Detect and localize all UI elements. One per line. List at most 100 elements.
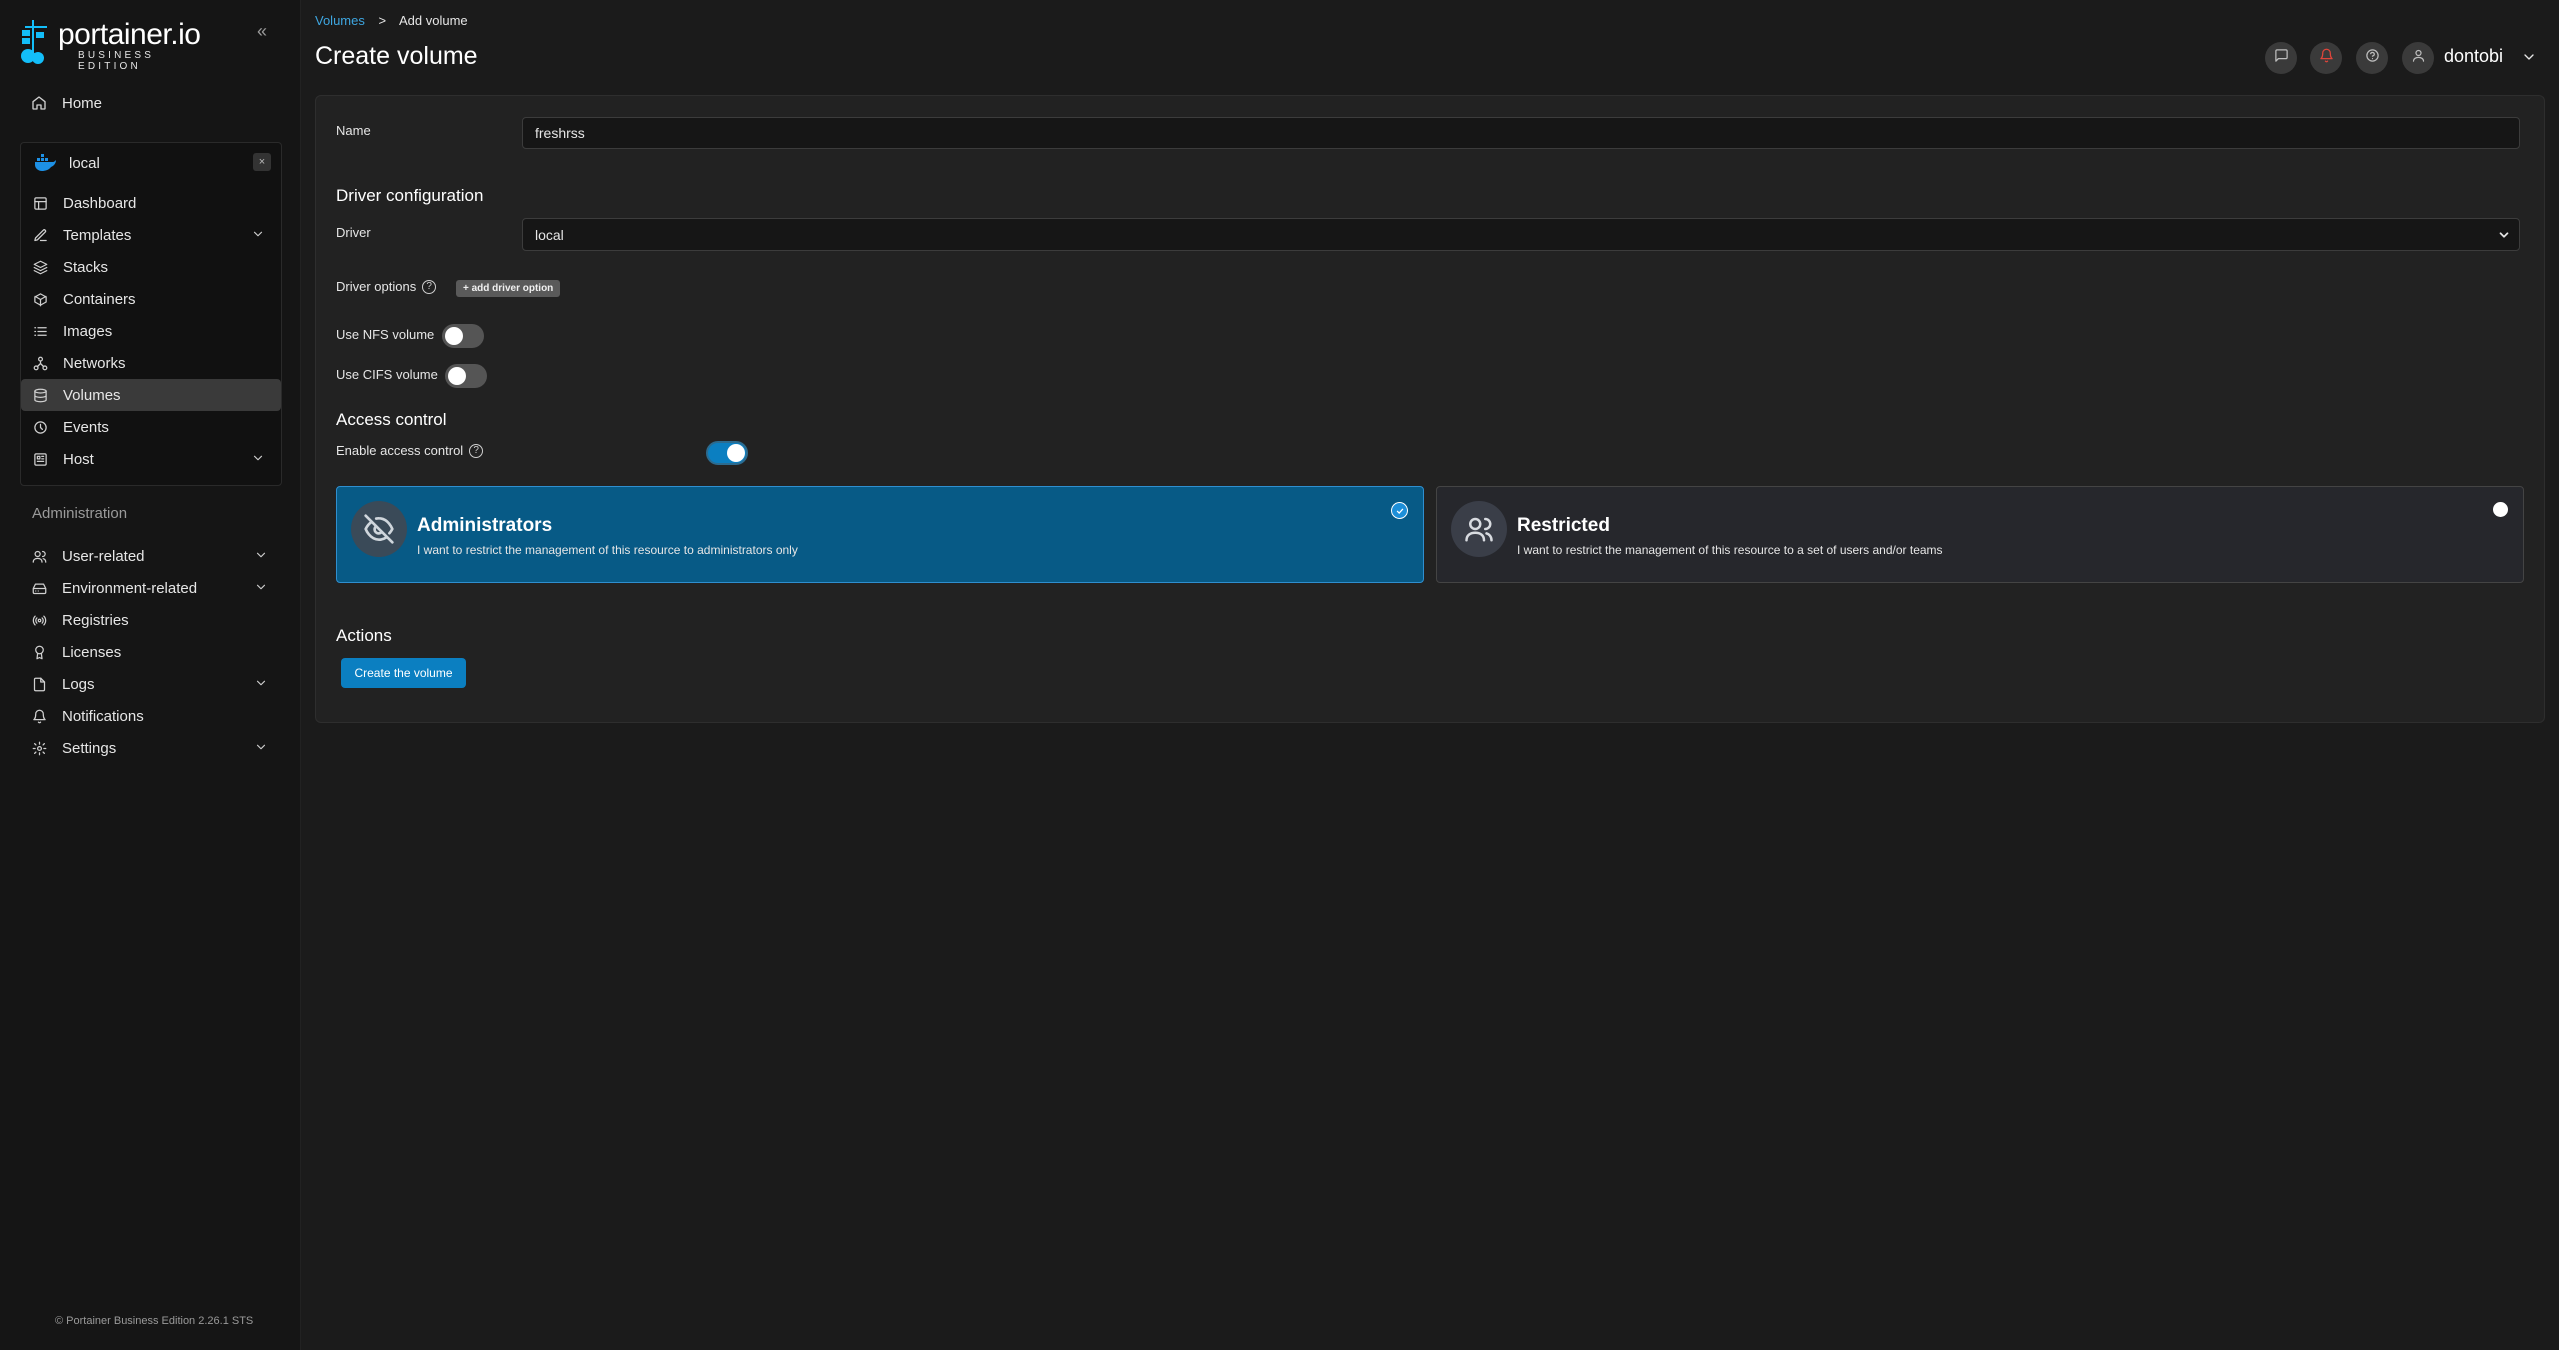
chevron-down-icon: [256, 680, 266, 686]
portainer-logo[interactable]: portainer.io BUSINESS EDITION: [18, 18, 218, 72]
help-button[interactable]: [2356, 42, 2388, 74]
sidebar-item-label: Containers: [63, 290, 136, 308]
list-icon: [31, 322, 49, 340]
sidebar-item-user-related[interactable]: User-related: [20, 540, 280, 572]
breadcrumb: Volumes > Add volume: [315, 13, 468, 28]
sidebar-item-events[interactable]: Events: [21, 411, 281, 443]
toggle-knob: [448, 367, 466, 385]
docker-icon: [33, 154, 57, 172]
sidebar-item-templates[interactable]: Templates: [21, 219, 281, 251]
toggle-knob: [445, 327, 463, 345]
collapse-sidebar-icon[interactable]: «: [252, 22, 272, 42]
option-title: Administrators: [417, 515, 553, 536]
sidebar-item-dashboard[interactable]: Dashboard: [21, 187, 281, 219]
breadcrumb-volumes-link[interactable]: Volumes: [315, 13, 365, 28]
driver-select[interactable]: local: [522, 218, 2520, 251]
sidebar-item-images[interactable]: Images: [21, 315, 281, 347]
add-driver-option-button[interactable]: + add driver option: [456, 280, 561, 297]
create-volume-button[interactable]: Create the volume: [341, 658, 466, 688]
sidebar-item-label: Notifications: [62, 707, 144, 725]
chevron-down-icon: [253, 231, 263, 237]
restricted-option[interactable]: Restricted I want to restrict the manage…: [1436, 486, 2524, 583]
sidebar-item-label: Host: [63, 450, 94, 468]
environment-header[interactable]: local ×: [21, 143, 281, 183]
help-icon[interactable]: ?: [422, 279, 437, 294]
sidebar-item-label: Dashboard: [63, 194, 137, 212]
layers-icon: [31, 258, 49, 276]
option-description: I want to restrict the management of thi…: [417, 543, 798, 557]
sidebar-item-settings[interactable]: Settings: [20, 732, 280, 764]
sidebar-item-notifications[interactable]: Notifications: [20, 700, 280, 732]
sidebar-item-label: Stacks: [63, 258, 109, 276]
network-icon: [31, 354, 49, 372]
environment-panel: local × Dashboard Templates Stacks Conta…: [20, 142, 282, 486]
user-icon: [2411, 48, 2426, 68]
sidebar-item-licenses[interactable]: Licenses: [20, 636, 280, 668]
environment-name: local: [69, 154, 100, 172]
sidebar-item-label: Licenses: [62, 643, 122, 661]
sidebar-item-environment-related[interactable]: Environment-related: [20, 572, 280, 604]
driver-select-value: local: [535, 226, 564, 243]
sidebar-item-label: Volumes: [63, 386, 121, 404]
bell-icon: [30, 707, 48, 725]
breadcrumb-separator: >: [378, 13, 387, 28]
chevron-down-icon[interactable]: [2521, 49, 2537, 65]
help-circle-icon: [2365, 48, 2380, 68]
box-icon: [31, 290, 49, 308]
name-label: Name: [336, 123, 371, 138]
brand-edition: BUSINESS EDITION: [78, 50, 155, 72]
cifs-toggle[interactable]: [445, 364, 487, 388]
check-icon: [1391, 502, 1408, 519]
users-icon: [30, 547, 48, 565]
administrators-option[interactable]: Administrators I want to restrict the ma…: [336, 486, 1424, 583]
sidebar-item-label: Networks: [63, 354, 126, 372]
bell-alert-icon: [2319, 48, 2334, 68]
driver-options-text: Driver options: [336, 279, 417, 294]
notifications-button[interactable]: [2310, 42, 2342, 74]
nfs-toggle[interactable]: [442, 324, 484, 348]
sidebar-item-volumes[interactable]: Volumes: [21, 379, 281, 411]
chevron-down-icon: [256, 584, 266, 590]
file-icon: [30, 675, 48, 693]
username[interactable]: dontobi: [2444, 46, 2503, 67]
chevron-down-icon: [256, 744, 266, 750]
sidebar: portainer.io BUSINESS EDITION « Home loc…: [0, 0, 301, 1350]
sidebar-item-label: Logs: [62, 675, 95, 693]
enable-access-control-text: Enable access control: [336, 443, 464, 458]
sidebar-item-label: Registries: [62, 611, 129, 629]
option-description: I want to restrict the management of thi…: [1517, 543, 1943, 557]
sidebar-item-label: User-related: [62, 547, 145, 565]
brand-name: portainer.io: [58, 18, 201, 51]
sidebar-item-label: Home: [62, 94, 103, 112]
sidebar-item-stacks[interactable]: Stacks: [21, 251, 281, 283]
sidebar-item-label: Images: [63, 322, 113, 340]
nfs-label: Use NFS volume: [336, 327, 435, 342]
sidebar-item-label: Templates: [63, 226, 132, 244]
toggle-knob: [727, 444, 745, 462]
chevron-down-icon: [2499, 232, 2509, 238]
feedback-button[interactable]: [2265, 42, 2297, 74]
environment-close-icon[interactable]: ×: [253, 153, 271, 171]
sidebar-item-home[interactable]: Home: [20, 87, 280, 119]
option-title: Restricted: [1517, 515, 1610, 536]
sidebar-item-networks[interactable]: Networks: [21, 347, 281, 379]
name-input[interactable]: freshrss: [522, 117, 2520, 149]
sidebar-item-host[interactable]: Host: [21, 443, 281, 475]
access-control-toggle[interactable]: [706, 441, 748, 465]
sidebar-item-logs[interactable]: Logs: [20, 668, 280, 700]
sidebar-item-label: Events: [63, 418, 109, 436]
driver-configuration-title: Driver configuration: [336, 186, 484, 205]
cifs-label: Use CIFS volume: [336, 367, 438, 382]
version-footer: © Portainer Business Edition 2.26.1 STS: [55, 1315, 254, 1327]
chevron-down-icon: [256, 552, 266, 558]
help-icon[interactable]: ?: [469, 443, 484, 458]
create-volume-form: Name freshrss Driver configuration Drive…: [315, 95, 2545, 723]
eye-off-icon: [351, 501, 407, 557]
user-avatar[interactable]: [2402, 42, 2434, 74]
sidebar-item-label: Environment-related: [62, 579, 198, 597]
sidebar-item-containers[interactable]: Containers: [21, 283, 281, 315]
driver-options-label: Driver options ?: [336, 279, 437, 294]
access-control-title: Access control: [336, 410, 447, 429]
sidebar-item-registries[interactable]: Registries: [20, 604, 280, 636]
radio-icon: [2493, 502, 2508, 517]
